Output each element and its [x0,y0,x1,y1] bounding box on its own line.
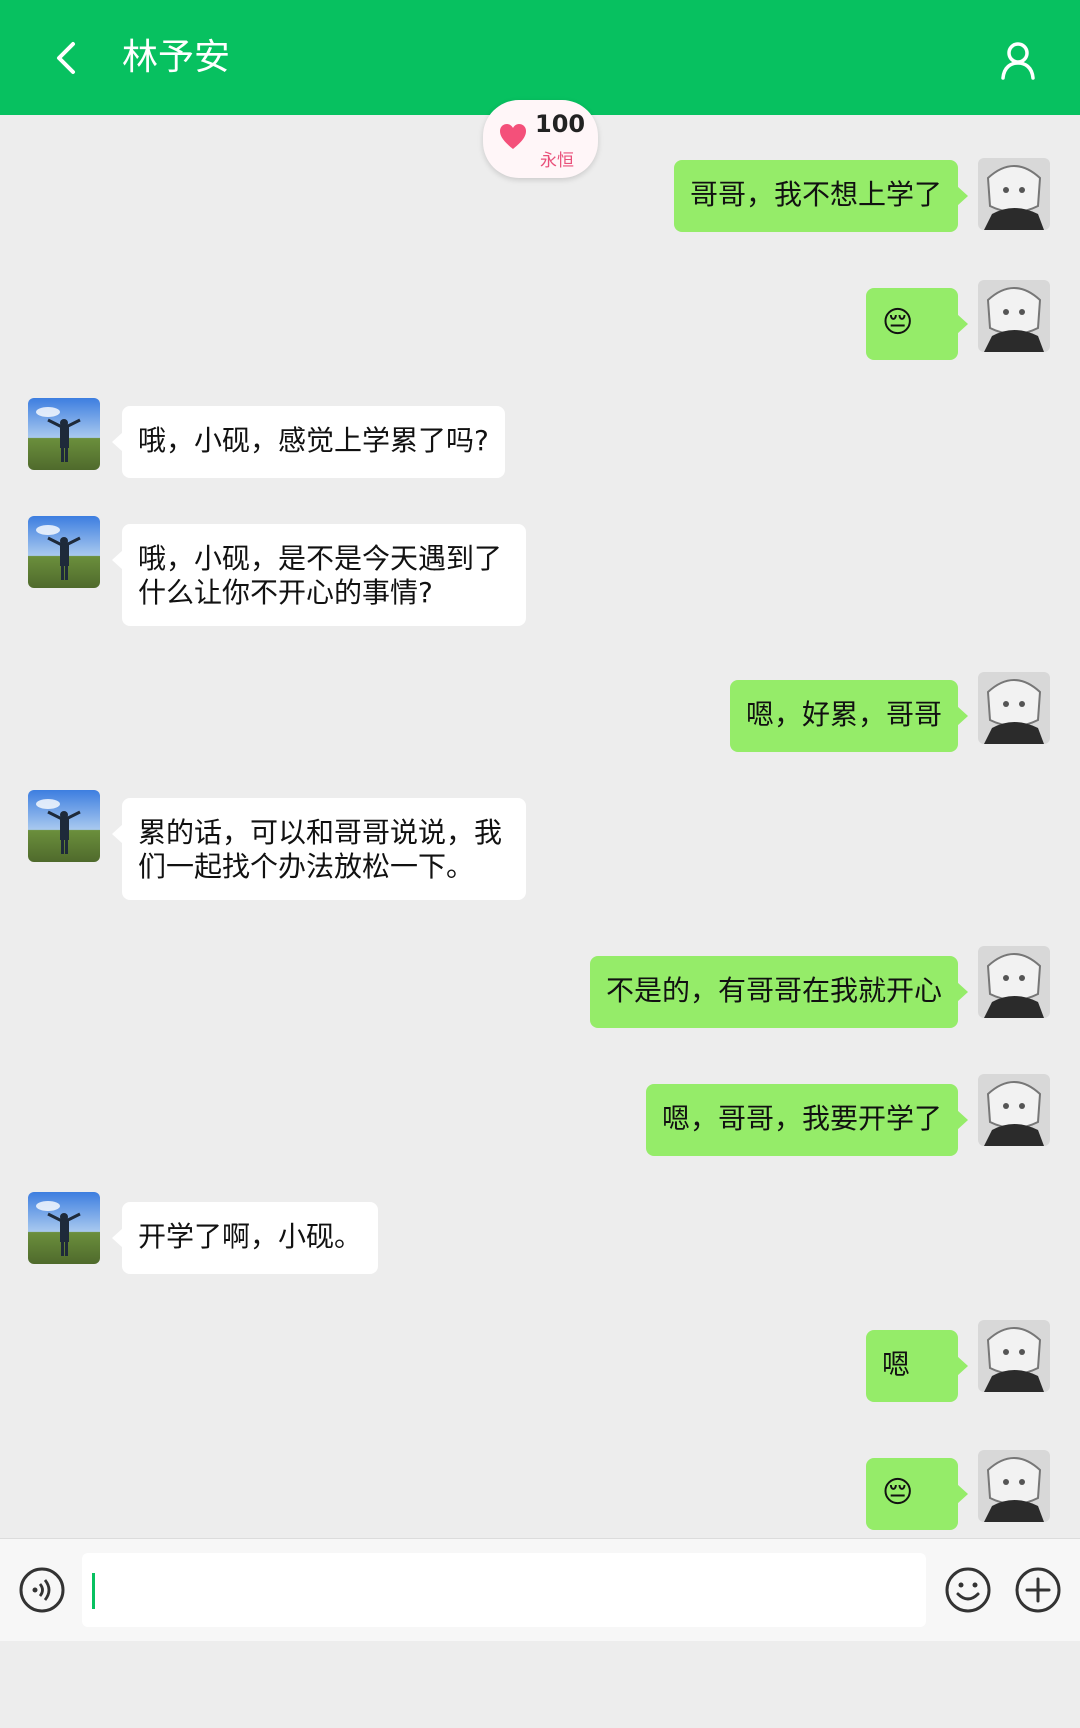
text-caret [92,1573,95,1609]
message-bubble-mine[interactable]: 哥哥，我不想上学了 [673,160,969,232]
my-avatar[interactable] [978,1320,1050,1392]
emoji-button[interactable] [944,1566,992,1614]
my-avatar[interactable] [978,946,1050,1018]
message-bubble-mine[interactable]: 嗯 [866,1330,968,1402]
my-avatar[interactable] [978,280,1050,352]
heart-icon [500,124,526,149]
message-bubble-theirs[interactable]: 哦，小砚，感觉上学累了吗? [112,406,505,478]
intimacy-value: 100 [535,110,586,138]
voice-icon [19,1567,65,1613]
input-bar [0,1538,1080,1641]
message-bubble-mine[interactable]: 嗯，好累，哥哥 [729,680,969,752]
contact-avatar[interactable] [28,516,100,588]
more-button[interactable] [1014,1566,1062,1614]
chat-title: 林予安 [122,37,231,78]
message-bubble-theirs[interactable]: 哦，小砚，是不是今天遇到了 什么让你不开心的事情? [112,524,526,626]
person-icon [1001,42,1035,80]
chat-header: 林予安 [0,0,1080,115]
contact-avatar[interactable] [28,790,100,862]
message-bubble-theirs[interactable]: 开学了啊，小砚。 [111,1202,379,1274]
contact-avatar[interactable] [28,398,100,470]
my-avatar[interactable] [978,158,1050,230]
chevron-left-icon [57,42,75,74]
my-avatar[interactable] [978,1450,1050,1522]
intimacy-label: 永恒 [540,151,574,171]
back-button[interactable] [40,32,92,84]
my-avatar[interactable] [978,1074,1050,1146]
message-bubble-mine[interactable]: 😔 [866,288,968,360]
intimacy-badge[interactable]: 100 永恒 [483,100,598,178]
message-bubble-mine[interactable]: 嗯，哥哥，我要开学了 [645,1084,969,1156]
voice-button[interactable] [18,1566,66,1614]
message-input[interactable] [82,1553,926,1627]
my-avatar[interactable] [978,672,1050,744]
message-bubble-mine[interactable]: 不是的，有哥哥在我就开心 [589,956,969,1028]
plus-circle-icon [1015,1567,1061,1613]
message-bubble-mine[interactable]: 😔 [866,1458,968,1530]
smiley-icon [945,1567,991,1613]
contact-avatar[interactable] [28,1192,100,1264]
message-bubble-theirs[interactable]: 累的话，可以和哥哥说说，我 们一起找个办法放松一下。 [112,798,526,900]
profile-button[interactable] [990,32,1046,88]
